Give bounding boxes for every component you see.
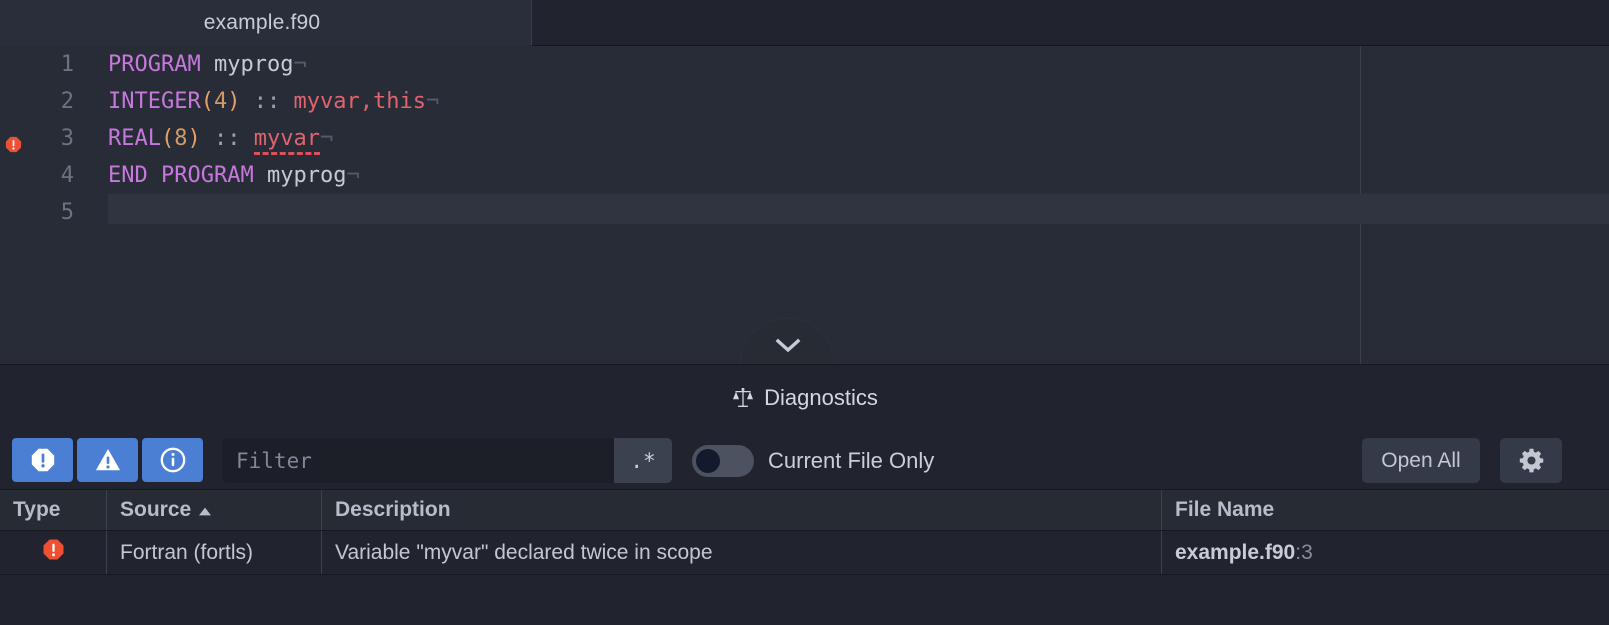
code-token: PROGRAM xyxy=(161,163,254,188)
column-header-source[interactable]: Source xyxy=(107,490,322,530)
code-token: PROGRAM xyxy=(108,52,201,77)
diagnostics-panel: Diagnostics Filter .* Current File Only … xyxy=(0,364,1609,625)
open-all-button[interactable]: Open All xyxy=(1362,438,1480,483)
line-number: 5 xyxy=(60,200,74,225)
scales-icon xyxy=(733,387,754,407)
code-token: REAL xyxy=(108,126,161,151)
code-line[interactable]: 4 END PROGRAM myprog¬ xyxy=(0,157,1609,194)
tab-bar-empty-area xyxy=(531,0,1609,46)
filter-field-wrapper: .* xyxy=(222,438,672,483)
tab-example-f90[interactable]: example.f90 xyxy=(150,0,374,46)
code-line[interactable]: 2 INTEGER(4) :: myvar,this¬ xyxy=(0,83,1609,120)
line-content: REAL(8) :: myvar¬ xyxy=(108,120,333,157)
severity-filter-group xyxy=(12,438,203,482)
column-header-label: Source xyxy=(120,498,192,521)
code-token: myprog xyxy=(213,52,294,77)
code-token: 4 xyxy=(213,89,228,114)
cell-type xyxy=(0,531,107,574)
error-filter-button[interactable] xyxy=(12,438,73,482)
code-token: myvar xyxy=(293,89,360,114)
error-octagon-icon xyxy=(31,448,54,472)
table-empty-area xyxy=(0,575,1609,623)
code-token: ) xyxy=(187,126,201,151)
line-number: 1 xyxy=(60,52,74,77)
cell-source: Fortran (fortls) xyxy=(107,531,322,574)
filter-input[interactable] xyxy=(222,438,614,483)
file-name-text: example.f90 xyxy=(1175,540,1296,564)
diagnostics-table: Type Source Description File Name Fortran (… xyxy=(0,489,1609,623)
regex-toggle-button[interactable]: .* xyxy=(614,438,672,483)
editor-tab-bar: example.f90 xyxy=(0,0,1609,46)
table-header-row: Type Source Description File Name xyxy=(0,489,1609,531)
code-token: :: xyxy=(213,126,241,151)
settings-button[interactable] xyxy=(1500,438,1562,483)
code-token: :: xyxy=(253,89,281,114)
line-content: INTEGER(4) :: myvar,this¬ xyxy=(108,83,439,120)
panel-title-text: Diagnostics xyxy=(764,385,878,410)
code-token: INTEGER xyxy=(108,89,201,114)
error-octagon-icon xyxy=(41,537,66,568)
column-header-label: File Name xyxy=(1175,498,1275,521)
line-content: PROGRAM myprog¬ xyxy=(108,46,307,83)
panel-title: Diagnostics xyxy=(0,380,1609,416)
code-token: ¬ xyxy=(346,163,360,188)
tab-label: example.f90 xyxy=(203,11,321,34)
cell-file-name: example.f90:3 xyxy=(1162,531,1609,574)
code-token: ( xyxy=(160,126,175,151)
code-lines[interactable]: 1 PROGRAM myprog¬ 2 INTEGER(4) :: myvar,thi… xyxy=(0,46,1609,231)
table-row[interactable]: Fortran (fortls) Variable "myvar" declare… xyxy=(0,531,1609,575)
column-header-file-name[interactable]: File Name xyxy=(1162,490,1609,530)
code-token: ¬ xyxy=(293,52,307,77)
line-content: END PROGRAM myprog¬ xyxy=(108,157,360,194)
chevron-down-icon xyxy=(775,338,800,352)
code-token: 8 xyxy=(174,126,188,151)
line-number: 4 xyxy=(60,163,74,188)
column-header-description[interactable]: Description xyxy=(322,490,1162,530)
column-header-label: Description xyxy=(335,498,451,521)
line-number: 2 xyxy=(60,89,74,114)
code-token: ¬ xyxy=(425,89,440,114)
current-file-only-label: Current File Only xyxy=(768,447,935,473)
code-token: ) xyxy=(227,89,241,114)
code-token: ¬ xyxy=(319,126,334,151)
code-token: END xyxy=(108,163,148,188)
diagnostics-toolbar: .* Current File Only Open All xyxy=(0,434,1609,490)
file-line-text: :3 xyxy=(1295,540,1313,564)
sort-asc-icon xyxy=(198,498,212,522)
current-line-highlight xyxy=(108,194,1609,224)
info-circle-icon xyxy=(160,447,185,473)
code-line[interactable]: 3 REAL(8) :: myvar¬ xyxy=(0,120,1609,157)
table-body: Fortran (fortls) Variable "myvar" declare… xyxy=(0,531,1609,575)
ide-window: example.f90 1 PROGRAM myprog¬ 2 INTEGER(4) … xyxy=(0,0,1609,625)
info-filter-button[interactable] xyxy=(142,438,203,482)
cell-description: Variable "myvar" declared twice in scope xyxy=(322,531,1162,574)
code-line[interactable]: 5 xyxy=(0,194,1609,231)
code-token: ( xyxy=(200,89,214,114)
column-header-type[interactable]: Type xyxy=(0,490,107,530)
current-file-only-control: Current File Only xyxy=(692,438,934,483)
toggle-knob xyxy=(696,448,720,473)
column-header-label: Type xyxy=(13,498,61,521)
current-file-only-toggle[interactable] xyxy=(692,444,754,477)
code-token: myvar xyxy=(253,126,320,155)
line-number: 3 xyxy=(60,126,74,151)
gear-icon xyxy=(1519,448,1543,473)
code-token: this xyxy=(372,89,426,114)
code-token: myprog xyxy=(266,163,347,188)
code-editor[interactable]: 1 PROGRAM myprog¬ 2 INTEGER(4) :: myvar,thi… xyxy=(0,46,1609,364)
warning-triangle-icon xyxy=(95,449,120,471)
code-line[interactable]: 1 PROGRAM myprog¬ xyxy=(0,46,1609,83)
code-token: , xyxy=(359,89,373,114)
warning-filter-button[interactable] xyxy=(77,438,138,482)
